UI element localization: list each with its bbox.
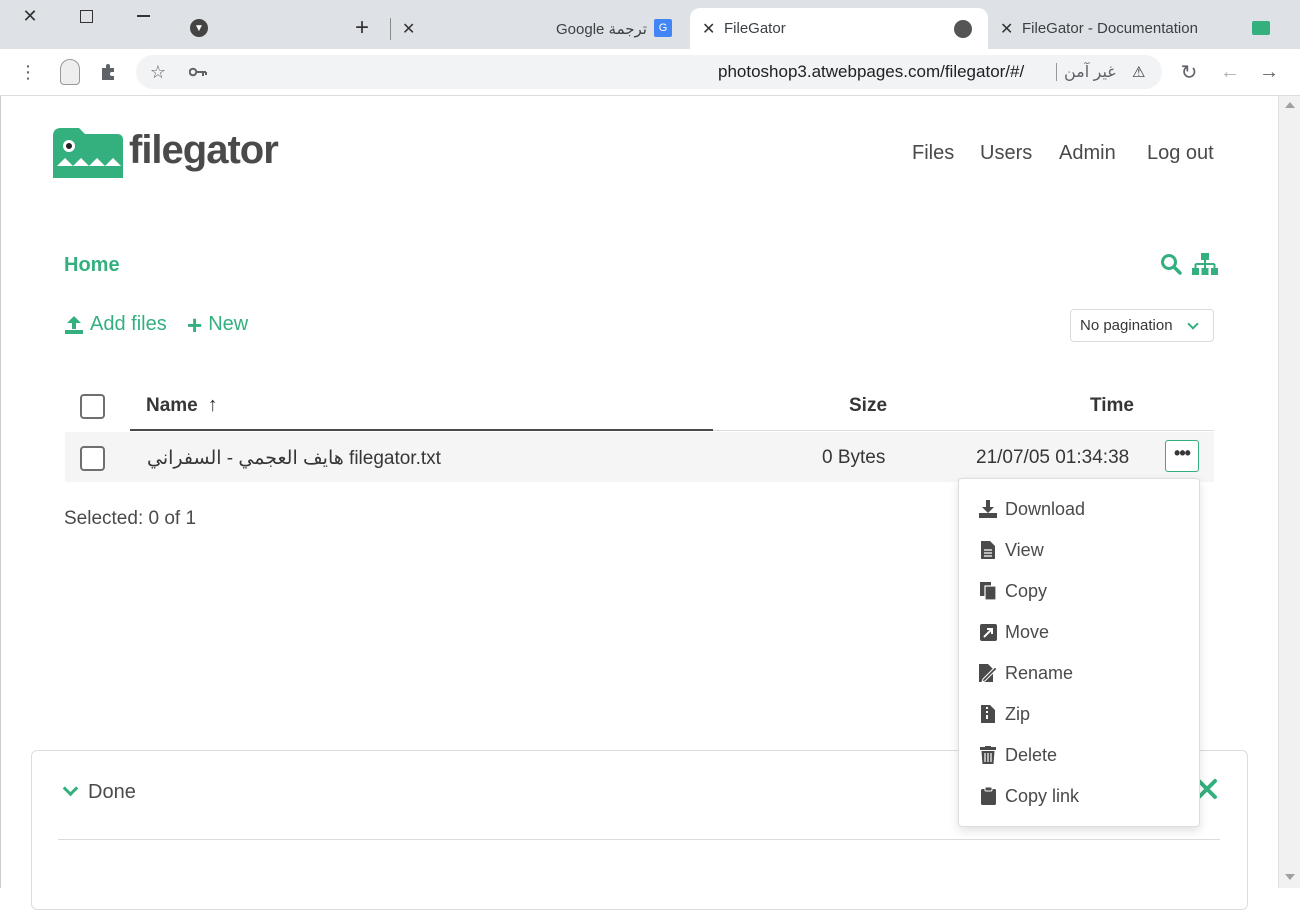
move-icon [979, 622, 997, 642]
download-icon [979, 499, 997, 519]
security-label: غير آمن [1064, 64, 1116, 81]
name-header-label: Name [146, 394, 198, 416]
menu-item-label: Copy link [1005, 785, 1080, 806]
menu-item-label: Rename [1005, 662, 1074, 683]
nav-admin[interactable]: Admin [1059, 142, 1116, 165]
menu-item-label: View [1005, 539, 1044, 560]
column-header-name[interactable]: Name ↑ [146, 394, 218, 417]
menu-item-copy[interactable]: Copy [979, 576, 1047, 606]
tab-label: FileGator [724, 20, 786, 37]
gator-logo-icon [53, 128, 123, 178]
tab-label: ترجمة Google [556, 20, 647, 38]
sort-up-icon: ↑ [207, 394, 218, 416]
zip-icon [979, 704, 997, 724]
scroll-down-arrow[interactable] [1285, 874, 1295, 880]
file-name[interactable]: هايف العجمي - السفراني filegator.txt [147, 447, 441, 470]
breadcrumb-home[interactable]: Home [64, 254, 120, 277]
panel-toggle[interactable]: Done [62, 780, 136, 804]
warning-icon: ⚠ [1132, 64, 1146, 81]
menu-item-label: Move [1005, 621, 1050, 642]
table-row[interactable]: هايف العجمي - السفراني filegator.txt 0 B… [65, 432, 1214, 482]
panel-title: Done [88, 781, 136, 803]
nav-users[interactable]: Users [980, 142, 1032, 165]
tab-filegator[interactable]: ✕ FileGator [690, 8, 988, 49]
menu-item-label: Copy [1005, 580, 1048, 601]
pagination-select[interactable]: No pagination [1070, 309, 1214, 342]
new-label: New [208, 313, 249, 335]
tree-view-icon[interactable] [1192, 253, 1218, 277]
add-files-button[interactable]: Add files [64, 313, 167, 336]
close-tab-icon[interactable]: ✕ [402, 19, 415, 39]
chevron-down-icon [1187, 318, 1199, 330]
copy-icon [979, 581, 997, 601]
file-time: 21/07/05 01:34:38 [976, 447, 1130, 468]
column-header-time[interactable]: Time [1090, 395, 1134, 417]
search-icon[interactable] [1160, 253, 1184, 277]
more-dots-icon: ••• [1174, 443, 1191, 463]
menu-item-label: Delete [1005, 744, 1058, 765]
menu-item-copy-link[interactable]: Copy link [979, 781, 1079, 811]
clipboard-icon [979, 786, 997, 806]
new-tab-icon[interactable]: + [350, 14, 374, 41]
forward-icon[interactable]: ← [1218, 60, 1242, 84]
new-button[interactable]: + New [187, 309, 249, 340]
reload-icon[interactable]: ↻ [1177, 60, 1201, 84]
address-bar[interactable]: ☆ photoshop3.atwebpages.com/filegator/#/… [136, 55, 1162, 89]
menu-item-download[interactable]: Download [979, 494, 1085, 524]
row-checkbox[interactable] [80, 446, 105, 471]
browser-toolbar: ⋮ ☆ photoshop3.atwebpages.com/filegator/… [0, 49, 1300, 96]
minimize-window-icon[interactable] [131, 4, 155, 28]
plus-icon: + [187, 309, 203, 340]
menu-dots-icon[interactable]: ⋮ [16, 60, 40, 84]
globe-icon [954, 20, 972, 38]
column-header-size[interactable]: Size [849, 395, 887, 417]
chevron-down-icon [62, 780, 79, 797]
tab-label: FileGator - Documentation [1022, 20, 1198, 37]
menu-item-zip[interactable]: Zip [979, 699, 1030, 729]
tab-search-icon[interactable]: ▼ [187, 16, 211, 40]
upload-icon [65, 315, 83, 334]
tab-filegator-docs[interactable]: ✕ FileGator - Documentation [990, 8, 1280, 49]
logo-text: filegator [129, 128, 279, 172]
trash-icon [979, 745, 997, 765]
maximize-window-icon[interactable] [74, 4, 98, 28]
select-all-checkbox[interactable] [80, 394, 105, 419]
menu-item-label: Download [1005, 498, 1086, 519]
file-icon [979, 540, 997, 560]
close-window-icon[interactable]: ✕ [18, 4, 42, 28]
row-context-menu: Download View Copy Move Rename Zip Delet… [958, 478, 1200, 827]
add-files-label: Add files [90, 313, 167, 335]
page-content: filegator Files Users Admin Log out Home… [0, 96, 1278, 910]
menu-item-label: Zip [1005, 703, 1031, 724]
page-scrollbar[interactable] [1278, 96, 1300, 888]
browser-tab-strip: ✕ ▼ + ✕ ترجمة Google G ✕ FileGator ✕ Fil… [0, 0, 1300, 49]
url-text: photoshop3.atwebpages.com/filegator/#/ [718, 62, 1025, 81]
nav-files[interactable]: Files [912, 142, 954, 165]
row-actions-button[interactable]: ••• [1165, 440, 1199, 472]
close-tab-icon[interactable]: ✕ [1000, 19, 1013, 39]
bookmark-star-icon[interactable]: ☆ [146, 60, 170, 84]
back-icon[interactable]: → [1257, 60, 1281, 84]
extensions-icon[interactable] [96, 60, 120, 84]
key-icon[interactable] [186, 60, 210, 84]
profile-avatar[interactable] [57, 57, 83, 87]
filegator-logo[interactable]: filegator [51, 126, 316, 182]
menu-item-rename[interactable]: Rename [979, 658, 1073, 688]
scroll-up-arrow[interactable] [1285, 102, 1295, 108]
selection-status: Selected: 0 of 1 [64, 508, 197, 529]
menu-item-move[interactable]: Move [979, 617, 1049, 647]
rename-icon [979, 663, 997, 683]
menu-item-delete[interactable]: Delete [979, 740, 1057, 770]
nav-logout[interactable]: Log out [1147, 142, 1214, 165]
menu-item-view[interactable]: View [979, 535, 1044, 565]
close-tab-icon[interactable]: ✕ [702, 19, 715, 39]
google-translate-icon: G [654, 19, 672, 37]
filegator-favicon [1252, 21, 1270, 35]
tab-google-translate[interactable]: ✕ ترجمة Google G [398, 8, 688, 49]
pagination-value: No pagination [1080, 317, 1173, 334]
file-size: 0 Bytes [822, 447, 886, 468]
